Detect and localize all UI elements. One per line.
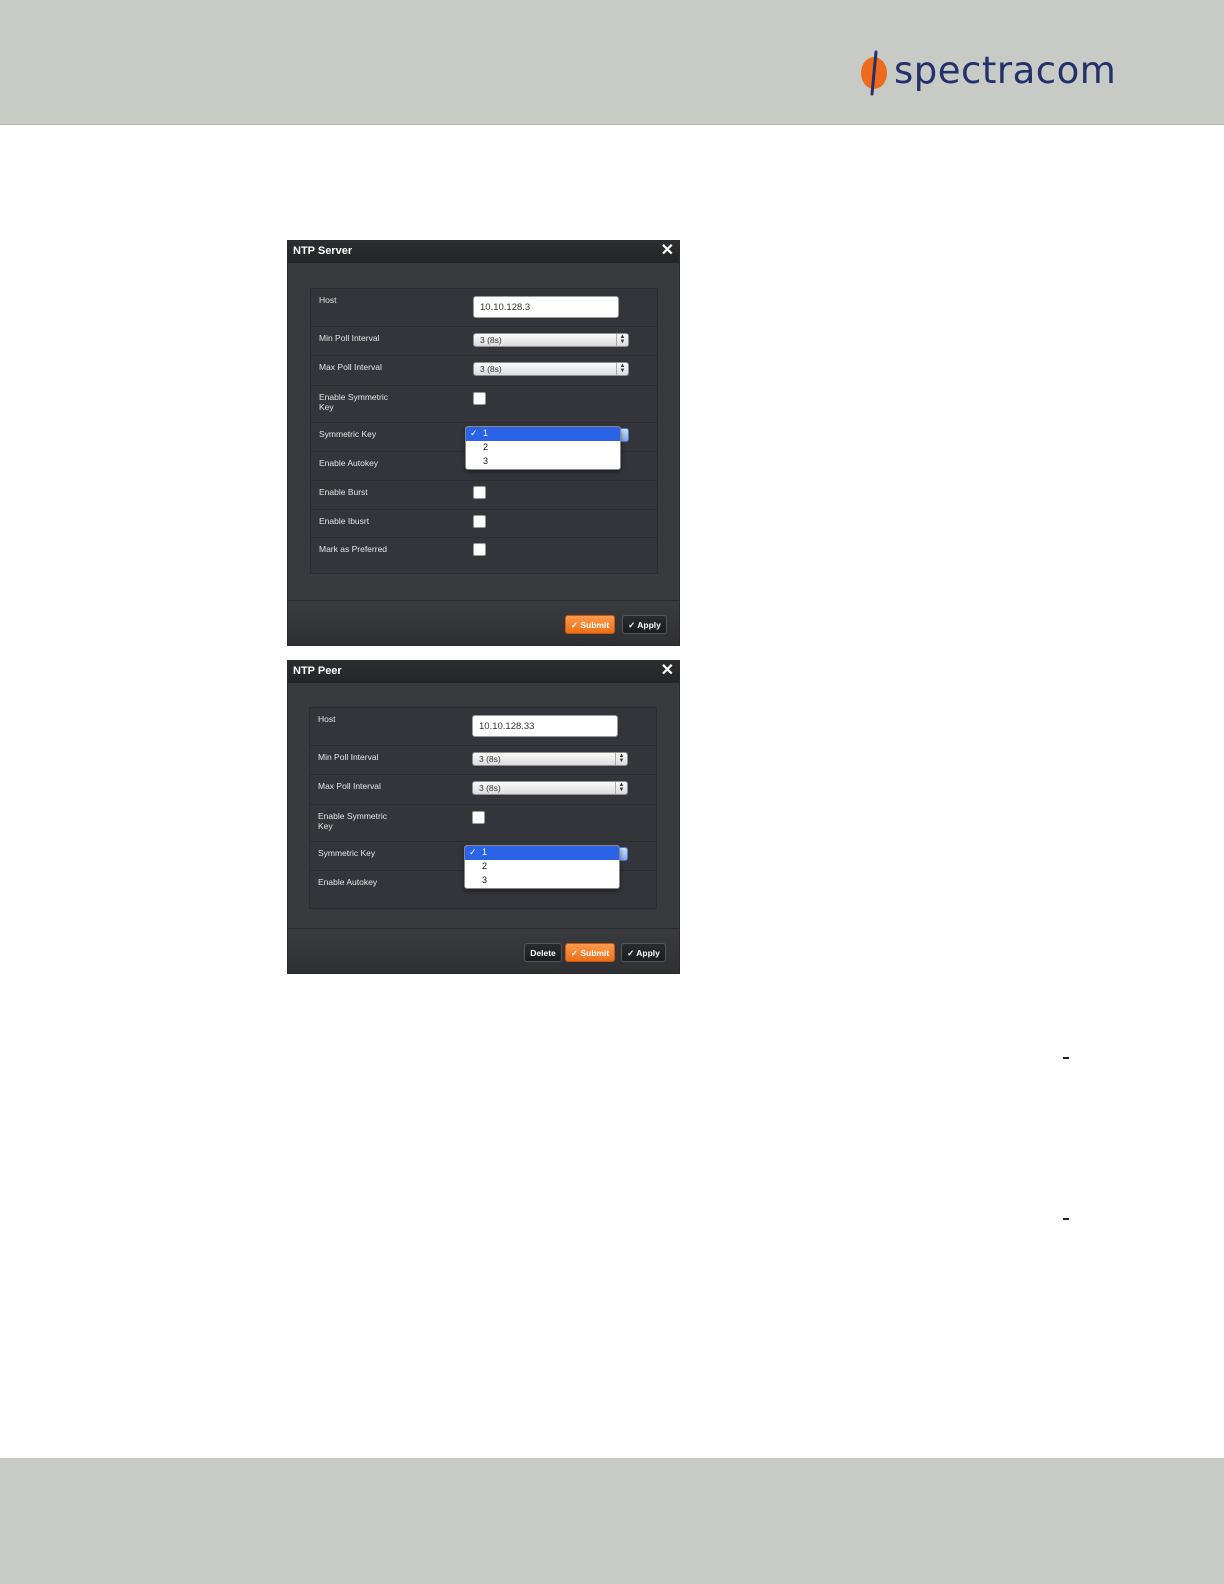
max-poll-select[interactable]: 3 (8s) ▲ ▼ xyxy=(473,362,629,376)
sym-key-option[interactable]: 3 xyxy=(465,874,619,888)
enable-sym-key-label: Enable Symmetric Key xyxy=(319,392,388,412)
apply-button[interactable]: ✓ Apply xyxy=(621,943,666,962)
sym-key-option[interactable]: 3 xyxy=(466,455,620,469)
submit-button[interactable]: ✓ Submit xyxy=(565,615,615,634)
checkmark-icon: ✓ xyxy=(470,428,478,438)
server-form: Host 10.10.128.3 Min Poll Interval 3 (8s… xyxy=(310,288,658,574)
preferred-label: Mark as Preferred xyxy=(319,544,388,554)
dialog-title: NTP Peer xyxy=(293,665,342,677)
checkmark-icon: ✓ xyxy=(570,948,578,958)
min-poll-label: Min Poll Interval xyxy=(319,333,380,343)
host-label: Host xyxy=(318,714,336,724)
dash-mark xyxy=(1063,1218,1069,1220)
peer-form: Host 10.10.128.33 Min Poll Interval 3 (8… xyxy=(309,707,657,909)
host-input[interactable]: 10.10.128.3 xyxy=(473,296,619,318)
max-poll-value: 3 (8s) xyxy=(480,364,502,374)
min-poll-value: 3 (8s) xyxy=(479,754,501,764)
apply-button[interactable]: ✓ Apply xyxy=(622,615,667,634)
checkmark-icon: ✓ xyxy=(469,847,477,857)
min-poll-select[interactable]: 3 (8s) ▲ ▼ xyxy=(473,333,629,347)
max-poll-label: Max Poll Interval xyxy=(319,362,382,372)
ntp-server-dialog: NTP Server ✕ Host 10.10.128.3 Min Poll I… xyxy=(288,241,679,645)
ntp-peer-dialog: NTP Peer ✕ Host 10.10.128.33 Min Poll In… xyxy=(288,661,679,973)
iburst-row: Enable Ibusrt xyxy=(311,510,657,538)
host-input[interactable]: 10.10.128.33 xyxy=(472,715,618,737)
iburst-checkbox[interactable] xyxy=(473,515,486,528)
document-page: spectracom NTP Server ✕ Host 10.10.128.3… xyxy=(0,0,1224,1584)
preferred-checkbox[interactable] xyxy=(473,543,486,556)
sym-key-option[interactable]: ✓ 1 xyxy=(466,427,620,441)
max-poll-row: Max Poll Interval 3 (8s) ▲ ▼ xyxy=(310,775,656,805)
enable-sym-key-checkbox[interactable] xyxy=(473,392,486,405)
dialog-title: NTP Server xyxy=(293,245,353,257)
host-row: Host 10.10.128.3 xyxy=(311,289,657,327)
page-header: spectracom xyxy=(0,0,1224,125)
dialog-title-bar: NTP Server ✕ xyxy=(288,241,679,263)
preferred-row: Mark as Preferred xyxy=(311,538,657,567)
updown-arrows-icon: ▲ ▼ xyxy=(616,334,628,346)
sym-key-dropdown: ✓ 1 2 3 xyxy=(465,426,621,470)
updown-arrows-icon: ▲ ▼ xyxy=(615,753,627,765)
max-poll-label: Max Poll Interval xyxy=(318,781,381,791)
dialog-title-bar: NTP Peer ✕ xyxy=(288,661,679,683)
checkmark-icon: ✓ xyxy=(570,620,578,630)
sym-key-option[interactable]: 2 xyxy=(465,860,619,874)
checkmark-icon: ✓ xyxy=(627,948,635,958)
burst-label: Enable Burst xyxy=(319,487,368,497)
dialog-body: Host 10.10.128.33 Min Poll Interval 3 (8… xyxy=(288,683,679,928)
dialog-body: Host 10.10.128.3 Min Poll Interval 3 (8s… xyxy=(288,263,679,600)
close-icon[interactable]: ✕ xyxy=(661,662,674,680)
max-poll-value: 3 (8s) xyxy=(479,783,501,793)
min-poll-row: Min Poll Interval 3 (8s) ▲ ▼ xyxy=(310,746,656,775)
dialog-footer: ✓ Submit ✓ Apply xyxy=(288,600,679,645)
submit-button[interactable]: ✓ Submit xyxy=(565,943,615,962)
logo-mark-icon xyxy=(858,50,892,96)
iburst-label: Enable Ibusrt xyxy=(319,516,370,526)
sym-key-dropdown: ✓ 1 2 3 xyxy=(464,845,620,889)
updown-arrows-icon: ▲ ▼ xyxy=(615,782,627,794)
min-poll-value: 3 (8s) xyxy=(480,335,502,345)
dash-mark xyxy=(1063,1057,1069,1059)
max-poll-row: Max Poll Interval 3 (8s) ▲ ▼ xyxy=(311,356,657,386)
autokey-label: Enable Autokey xyxy=(318,877,378,887)
delete-button[interactable]: Delete xyxy=(524,943,562,962)
enable-sym-key-checkbox[interactable] xyxy=(472,811,485,824)
enable-sym-key-label: Enable Symmetric Key xyxy=(318,811,387,831)
min-poll-select[interactable]: 3 (8s) ▲ ▼ xyxy=(472,752,628,766)
burst-row: Enable Burst xyxy=(311,481,657,510)
sym-key-label: Symmetric Key xyxy=(319,429,377,439)
spectracom-logo: spectracom xyxy=(858,48,1117,96)
host-row: Host 10.10.128.33 xyxy=(310,708,656,746)
logo-wordmark: spectracom xyxy=(894,48,1117,92)
min-poll-row: Min Poll Interval 3 (8s) ▲ ▼ xyxy=(311,327,657,356)
enable-sym-key-row: Enable Symmetric Key xyxy=(311,386,657,423)
page-footer xyxy=(0,1458,1224,1584)
dialog-footer: Delete ✓ Submit ✓ Apply xyxy=(288,928,679,973)
autokey-label: Enable Autokey xyxy=(319,458,379,468)
min-poll-label: Min Poll Interval xyxy=(318,752,379,762)
checkmark-icon: ✓ xyxy=(628,620,636,630)
sym-key-option[interactable]: ✓ 1 xyxy=(465,846,619,860)
max-poll-select[interactable]: 3 (8s) ▲ ▼ xyxy=(472,781,628,795)
host-label: Host xyxy=(319,295,337,305)
enable-sym-key-row: Enable Symmetric Key xyxy=(310,805,656,842)
close-icon[interactable]: ✕ xyxy=(661,242,674,260)
burst-checkbox[interactable] xyxy=(473,486,486,499)
sym-key-label: Symmetric Key xyxy=(318,848,376,858)
updown-arrows-icon: ▲ ▼ xyxy=(616,363,628,375)
sym-key-option[interactable]: 2 xyxy=(466,441,620,455)
